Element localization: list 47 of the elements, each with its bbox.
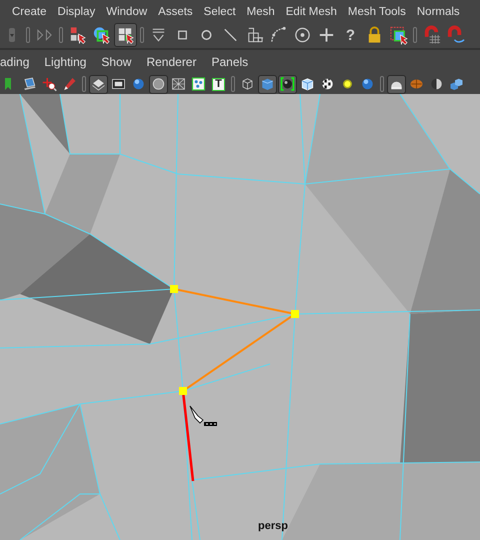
- tool-button[interactable]: [89, 74, 108, 94]
- marquee-select-icon: [389, 25, 408, 46]
- menu-item[interactable]: Panels: [211, 55, 248, 70]
- tool-button[interactable]: [149, 74, 168, 94]
- cube-pair-icon: [449, 76, 464, 92]
- dropdown-icon: [8, 28, 14, 42]
- solid-cube-icon: [260, 76, 275, 92]
- vertex-marker: [291, 310, 299, 318]
- menu-item[interactable]: Select: [204, 6, 236, 18]
- menu-item[interactable]: Show: [101, 55, 132, 70]
- bracket-ball-icon: [280, 76, 295, 92]
- tool-button[interactable]: T: [209, 74, 228, 94]
- object-select-icon: [92, 25, 111, 46]
- flat-disc-icon: [151, 76, 166, 92]
- magnet-curve-icon: [446, 25, 465, 46]
- menu-item[interactable]: Create: [12, 6, 47, 18]
- magnet-grid-icon: [422, 25, 441, 46]
- pencil-icon: [62, 76, 77, 92]
- menu-item[interactable]: Display: [58, 6, 96, 18]
- tool-button[interactable]: [258, 74, 277, 94]
- vertex-marker: [179, 387, 187, 396]
- tool-button[interactable]: [387, 74, 406, 94]
- knife-cursor-icon: [190, 406, 217, 426]
- hierarchy-select-icon: [68, 25, 87, 46]
- glyph-icon: ?: [346, 28, 356, 43]
- light-cube-icon: [300, 76, 315, 92]
- menu-item[interactable]: Normals: [416, 6, 460, 18]
- camera-label: persp: [258, 520, 288, 532]
- menu-item[interactable]: Window: [106, 6, 148, 18]
- layers-icon: [91, 76, 106, 92]
- menu-item[interactable]: Mesh Tools: [348, 6, 406, 18]
- menu-item[interactable]: Mesh: [246, 6, 275, 18]
- tool-button[interactable]: [114, 23, 137, 48]
- glyph-icon: T: [212, 78, 225, 91]
- vertex-marker: [170, 285, 178, 294]
- dots-icon: [191, 76, 206, 92]
- menu-item[interactable]: ading: [0, 55, 30, 70]
- menu-item[interactable]: Edit Mesh: [286, 6, 337, 18]
- cross-grid-icon: [171, 76, 186, 92]
- tool-button[interactable]: [278, 74, 297, 94]
- menu-item[interactable]: Assets: [158, 6, 193, 18]
- tool-button[interactable]: ?: [339, 23, 362, 48]
- laptop-icon: [22, 76, 37, 92]
- menu-item[interactable]: Lighting: [44, 55, 86, 70]
- wire-cube-icon: [240, 76, 255, 92]
- menu-item[interactable]: Renderer: [146, 55, 196, 70]
- move-zoom-icon: [42, 76, 57, 92]
